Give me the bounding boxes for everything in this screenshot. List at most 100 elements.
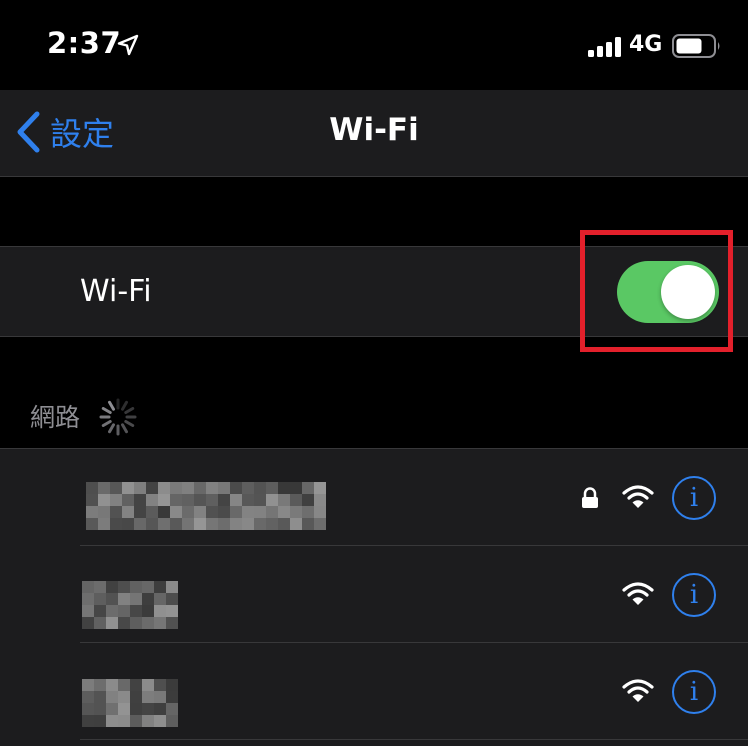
redacted-pixel: [166, 593, 178, 605]
redacted-pixel: [242, 506, 254, 518]
redacted-pixel: [106, 691, 118, 703]
redacted-pixel: [314, 482, 326, 494]
redacted-pixel: [94, 715, 106, 727]
redacted-pixel: [106, 593, 118, 605]
redacted-pixel: [82, 605, 94, 617]
redacted-network-name: [86, 482, 326, 530]
redacted-pixel: [206, 518, 218, 530]
redacted-pixel: [146, 518, 158, 530]
activity-spinner-icon: [99, 398, 137, 436]
redacted-pixel: [86, 494, 98, 506]
battery-icon: [672, 34, 720, 58]
network-row[interactable]: i: [0, 449, 748, 546]
redacted-pixel: [142, 617, 154, 629]
redacted-pixel: [218, 482, 230, 494]
redacted-pixel: [142, 581, 154, 593]
redacted-pixel: [106, 581, 118, 593]
redacted-pixel: [290, 494, 302, 506]
redacted-pixel: [118, 703, 130, 715]
redacted-pixel: [118, 691, 130, 703]
redacted-pixel: [254, 494, 266, 506]
redacted-pixel: [314, 518, 326, 530]
redacted-pixel: [314, 494, 326, 506]
redacted-pixel: [230, 482, 242, 494]
redacted-pixel: [194, 482, 206, 494]
redacted-pixel: [218, 506, 230, 518]
redacted-pixel: [154, 605, 166, 617]
redacted-pixel: [130, 605, 142, 617]
redacted-pixel: [146, 494, 158, 506]
redacted-pixel: [122, 494, 134, 506]
network-row[interactable]: i: [0, 643, 748, 740]
redacted-pixel: [110, 482, 122, 494]
redacted-pixel: [142, 679, 154, 691]
redacted-pixel: [158, 506, 170, 518]
redacted-pixel: [86, 482, 98, 494]
redacted-pixel: [94, 605, 106, 617]
redacted-pixel: [134, 494, 146, 506]
redacted-pixel: [82, 679, 94, 691]
redacted-pixel: [130, 715, 142, 727]
redacted-pixel: [130, 703, 142, 715]
wifi-strength-icon: [622, 485, 654, 508]
redacted-pixel: [118, 679, 130, 691]
redacted-pixel: [154, 679, 166, 691]
status-time: 2:37: [47, 26, 122, 60]
cellular-signal-icon: [588, 37, 621, 57]
redacted-pixel: [290, 506, 302, 518]
redacted-pixel: [266, 518, 278, 530]
redacted-pixel: [194, 506, 206, 518]
redacted-pixel: [146, 482, 158, 494]
redacted-pixel: [122, 482, 134, 494]
redacted-pixel: [218, 494, 230, 506]
highlight-box: [580, 230, 733, 352]
redacted-pixel: [158, 518, 170, 530]
redacted-pixel: [118, 617, 130, 629]
redacted-pixel: [254, 482, 266, 494]
redacted-pixel: [130, 679, 142, 691]
redacted-pixel: [278, 506, 290, 518]
redacted-pixel: [110, 518, 122, 530]
redacted-pixel: [82, 703, 94, 715]
redacted-pixel: [302, 482, 314, 494]
network-row[interactable]: i: [0, 546, 748, 643]
redacted-network-name: [82, 581, 178, 629]
redacted-pixel: [142, 605, 154, 617]
info-icon: i: [689, 677, 699, 707]
redacted-pixel: [230, 494, 242, 506]
redacted-pixel: [302, 494, 314, 506]
redacted-pixel: [134, 506, 146, 518]
redacted-pixel: [182, 482, 194, 494]
redacted-pixel: [130, 593, 142, 605]
redacted-pixel: [134, 518, 146, 530]
redacted-pixel: [130, 581, 142, 593]
redacted-pixel: [206, 482, 218, 494]
redacted-pixel: [166, 703, 178, 715]
redacted-pixel: [106, 617, 118, 629]
redacted-pixel: [122, 518, 134, 530]
redacted-pixel: [278, 494, 290, 506]
redacted-pixel: [82, 581, 94, 593]
redacted-pixel: [170, 482, 182, 494]
redacted-pixel: [166, 679, 178, 691]
redacted-pixel: [158, 482, 170, 494]
redacted-pixel: [130, 617, 142, 629]
redacted-pixel: [218, 518, 230, 530]
redacted-pixel: [122, 506, 134, 518]
redacted-pixel: [194, 494, 206, 506]
networks-section-header: 網路: [30, 403, 81, 432]
network-info-button[interactable]: i: [672, 573, 716, 617]
redacted-pixel: [166, 691, 178, 703]
wifi-strength-icon: [622, 582, 654, 605]
row-divider: [80, 739, 748, 740]
redacted-pixel: [82, 593, 94, 605]
redacted-pixel: [266, 506, 278, 518]
redacted-pixel: [98, 518, 110, 530]
redacted-pixel: [82, 617, 94, 629]
redacted-pixel: [166, 715, 178, 727]
location-arrow-icon: [117, 34, 139, 56]
network-info-button[interactable]: i: [672, 476, 716, 520]
redacted-pixel: [106, 679, 118, 691]
network-info-button[interactable]: i: [672, 670, 716, 714]
redacted-pixel: [242, 518, 254, 530]
